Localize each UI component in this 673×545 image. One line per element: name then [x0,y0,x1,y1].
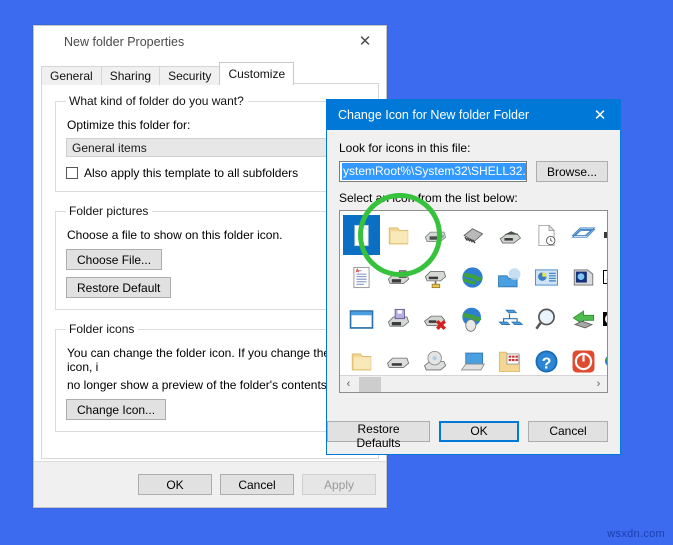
icon-cell-chart-window[interactable] [528,257,565,297]
folder-icon [44,35,55,49]
scroll-track[interactable] [357,376,590,392]
icon-row [343,298,607,340]
scroll-thumb[interactable] [359,376,381,392]
icon-cell-floppy-drive[interactable] [417,215,454,255]
change-icon-footer: Restore Defaults OK Cancel [327,408,620,454]
properties-ok-button[interactable]: OK [138,474,212,495]
look-for-icons-label: Look for icons in this file: [339,141,471,155]
apply-subfolders-label: Also apply this template to all subfolde… [84,166,299,180]
optimize-combobox-value: General items [72,140,147,155]
icon-cell-folder[interactable] [380,215,417,255]
watermark: wsxdn.com [607,528,665,540]
icon-cell-memory-chip[interactable] [454,215,491,255]
icon-cell-text-document[interactable]: A [343,257,380,297]
folder-icons-group: Folder icons You can change the folder i… [55,322,365,432]
change-icon-ok-button[interactable]: OK [439,420,519,442]
apply-subfolders-row[interactable]: Also apply this template to all subfolde… [66,166,354,180]
icon-file-input[interactable]: ystemRoot%\System32\SHELL32.dll [339,161,527,182]
icon-cell-clock-badge[interactable] [602,299,607,339]
folder-icons-description-line1: You can change the folder icon. If you c… [67,346,331,374]
folder-icons-description-line2: no longer show a preview of the folder's… [67,378,331,392]
icon-cell-green-arrow-usb[interactable] [565,299,602,339]
tab-general[interactable]: General [41,66,102,85]
icon-cell-floppy-disk-drive[interactable] [380,299,417,339]
scroll-right-arrow-icon[interactable]: › [590,377,607,392]
icon-file-input-value: ystemRoot%\System32\SHELL32.dll [342,163,526,180]
icon-listbox[interactable]: A ? ‹ › [339,210,608,393]
select-icon-label: Select an icon from the list below: [339,191,518,205]
icon-cell-network-folder[interactable] [491,257,528,297]
choose-file-button[interactable]: Choose File... [66,249,163,270]
window-title: New folder Properties [64,34,185,49]
change-icon-dialog: Change Icon for New folder Folder ✕ Look… [326,99,621,455]
optimize-label: Optimize this folder for: [67,118,191,132]
browse-button[interactable]: Browse... [535,161,608,182]
properties-apply-button: Apply [302,474,376,495]
icon-cell-shortcut-arrow[interactable] [602,257,607,297]
folder-pictures-description: Choose a file to show on this folder ico… [67,228,283,242]
change-icon-body: Look for icons in this file: ystemRoot%\… [327,130,620,393]
icon-row [343,214,607,256]
icon-row: A [343,256,607,298]
folder-pictures-group: Folder pictures Choose a file to show on… [55,204,365,310]
icon-cell-magnifier[interactable] [528,299,565,339]
change-icon-titlebar: Change Icon for New folder Folder ✕ [327,100,620,130]
properties-titlebar: New folder Properties ✕ [34,26,386,57]
icon-cell-plug[interactable] [602,215,607,255]
folder-pictures-legend: Folder pictures [69,204,149,218]
tab-sharing[interactable]: Sharing [100,66,161,85]
icon-file-row: ystemRoot%\System32\SHELL32.dll Browse..… [339,161,608,182]
icon-cell-network-drive[interactable] [417,257,454,297]
svg-text:?: ? [542,354,552,372]
change-icon-title: Change Icon for New folder Folder [338,108,530,122]
icon-cell-blank-document[interactable] [343,215,380,255]
icon-cell-document-clock[interactable] [528,215,565,255]
icon-cell-globe[interactable] [454,257,491,297]
change-icon-cancel-button[interactable]: Cancel [528,420,608,442]
tab-customize[interactable]: Customize [219,62,295,85]
tab-security[interactable]: Security [159,66,221,85]
icon-list-horizontal-scrollbar[interactable]: ‹ › [340,375,607,392]
optimize-combobox[interactable]: General items [66,138,354,157]
restore-default-button[interactable]: Restore Default [66,277,172,298]
icon-cell-picture-frame[interactable] [565,215,602,255]
tabstrip: General Sharing Security Customize [41,62,386,85]
properties-cancel-button[interactable]: Cancel [220,474,294,495]
close-icon[interactable]: ✕ [580,100,620,130]
folder-icons-legend: Folder icons [69,322,135,336]
apply-subfolders-checkbox[interactable] [66,167,78,179]
folder-type-legend: What kind of folder do you want? [69,94,244,108]
icon-cell-window[interactable] [343,299,380,339]
restore-defaults-button[interactable]: Restore Defaults [327,420,430,450]
scroll-left-arrow-icon[interactable]: ‹ [340,377,357,392]
close-icon[interactable]: ✕ [344,26,386,57]
icon-cell-printer[interactable] [491,215,528,255]
icon-cell-printer-error[interactable] [417,299,454,339]
properties-footer: OK Cancel Apply [34,461,386,507]
icon-cell-locked-drive[interactable] [380,257,417,297]
change-icon-button[interactable]: Change Icon... [66,399,167,420]
icon-grid: A ? [340,211,607,382]
icon-cell-globe-mouse[interactable] [454,299,491,339]
icon-cell-network-nodes[interactable] [491,299,528,339]
folder-type-group: What kind of folder do you want? Optimiz… [55,94,365,192]
icon-cell-media-device[interactable] [565,257,602,297]
